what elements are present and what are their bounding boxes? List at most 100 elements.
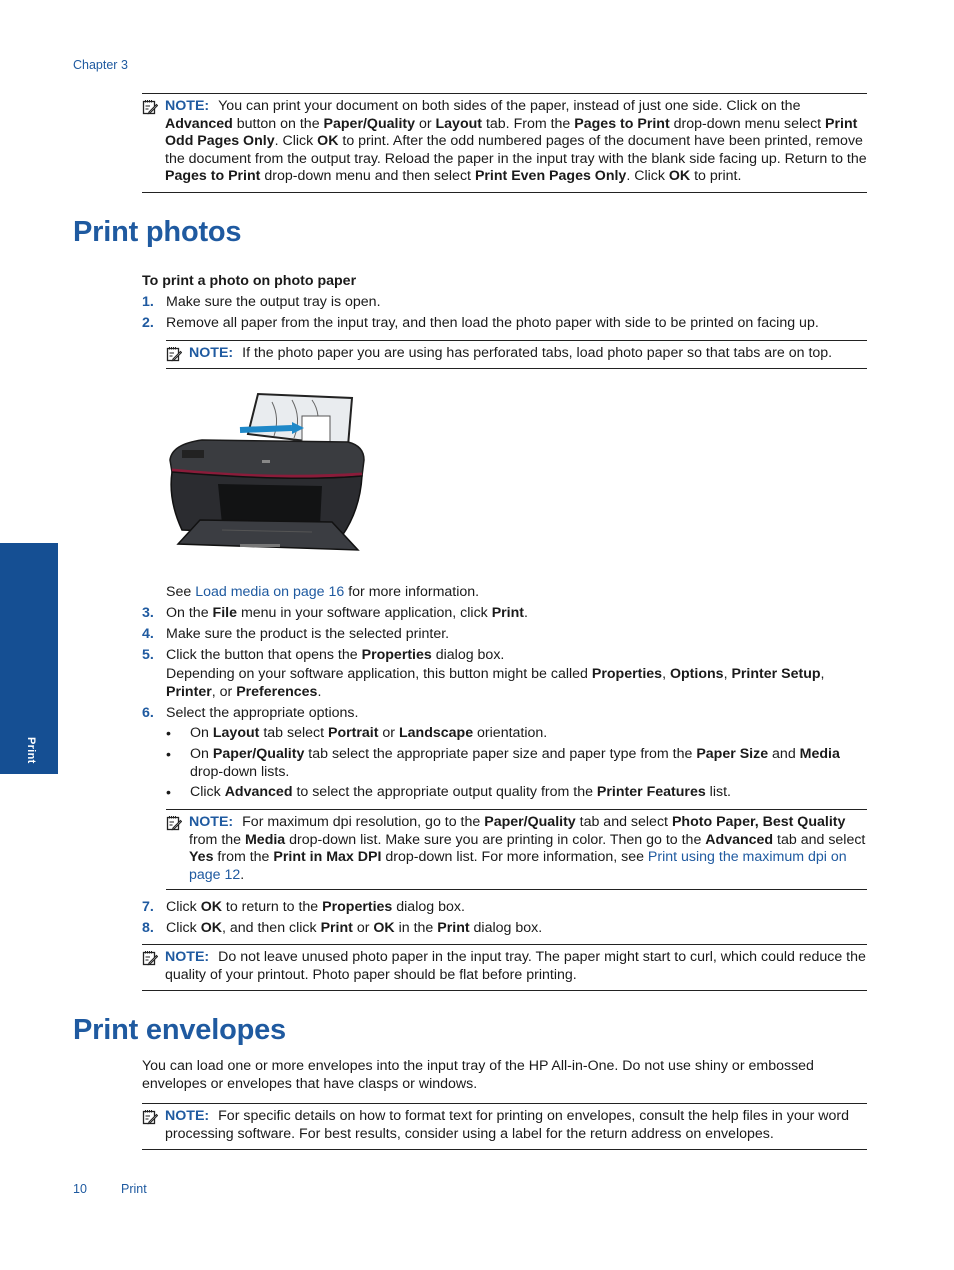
step-number: 2.	[142, 315, 154, 331]
step-text: dialog box.	[392, 899, 465, 915]
step-text: dialog box.	[469, 920, 543, 936]
step-bold: Printer Setup	[731, 665, 821, 682]
step-bold: OK	[373, 920, 395, 936]
note-icon	[142, 950, 158, 966]
note-bold: Photo Paper, Best Quality	[671, 814, 846, 830]
bullet-text: drop-down lists.	[190, 763, 290, 780]
bullet-text: and	[768, 746, 800, 762]
printer-illustration	[169, 392, 365, 551]
note-text: from the	[189, 831, 245, 848]
step-bold: Printer	[166, 683, 212, 700]
step-bold: Properties	[322, 899, 393, 915]
step-number: 8.	[142, 920, 154, 936]
step-bold: Print	[320, 920, 353, 936]
bullet-advanced: Click Advanced to select the appropriate…	[190, 784, 870, 802]
note-text: drop-down menu and then select	[260, 168, 475, 184]
note-bold: OK	[317, 133, 339, 149]
step-text: in the	[394, 920, 438, 936]
step-3: On the File menu in your software applic…	[166, 604, 871, 623]
bullet-bold: Layout	[212, 725, 260, 741]
step-bold: Preferences	[236, 683, 318, 700]
bullet-text: to select the appropriate output quality…	[292, 784, 597, 800]
step-bold: OK	[200, 920, 222, 936]
step-text: Click	[166, 899, 201, 915]
step-text: Click	[166, 920, 201, 936]
bullet-bold: Media	[799, 746, 840, 762]
procedure-title: To print a photo on photo paper	[142, 273, 357, 289]
step-5-line: Click the button that opens the Properti…	[166, 646, 871, 665]
note-label: NOTE:	[189, 345, 234, 361]
note-bold: Pages to Print	[574, 115, 670, 132]
note-icon	[142, 1109, 158, 1125]
step-text: , and then click	[221, 920, 321, 936]
see-text: for more information.	[344, 584, 480, 600]
bullet-glyph: •	[166, 747, 171, 763]
step-number: 5.	[142, 647, 154, 663]
step-bold: Properties	[591, 665, 663, 682]
load-media-link[interactable]: Load media on page 16	[195, 584, 344, 600]
step-5: Click the button that opens the Properti…	[166, 646, 871, 701]
bullet-bold: Paper/Quality	[212, 746, 305, 762]
bullet-text: Click	[190, 784, 225, 800]
step-text: On the	[166, 605, 213, 621]
note-icon	[166, 346, 182, 362]
bullet-bold: Advanced	[224, 784, 293, 800]
bullet-bold: Paper Size	[696, 746, 769, 762]
note-bold: Print Even Pages Only	[474, 168, 627, 184]
step-text: dialog box.	[431, 647, 505, 663]
note-text: tab and select	[773, 831, 866, 848]
step-text: , or	[211, 683, 237, 700]
bullet-paper-quality: On Paper/Quality tab select the appropri…	[190, 746, 870, 781]
step-number: 6.	[142, 705, 154, 721]
note-duplex: NOTE: You can print your document on both…	[142, 93, 867, 193]
step-text: Depending on your software application, …	[166, 665, 592, 682]
step-bold: File	[212, 605, 237, 621]
note-max-dpi: NOTE: For maximum dpi resolution, go to t…	[166, 809, 867, 890]
step-text: or	[352, 920, 374, 936]
note-text: button on the	[232, 115, 324, 132]
note-text: drop-down list. Make sure you are printi…	[285, 831, 706, 848]
step-text: ,	[820, 665, 825, 682]
bullet-text: or	[378, 725, 399, 741]
bullet-glyph: •	[166, 785, 171, 801]
step-number: 4.	[142, 626, 154, 642]
see-text: See	[166, 584, 196, 600]
page-number: 10	[73, 1182, 87, 1196]
step-text: menu in your software application, click	[237, 605, 492, 621]
step-text: to return to the	[221, 899, 323, 915]
note-text: For specific details on how to format te…	[165, 1108, 850, 1142]
note-text: to print.	[690, 168, 742, 184]
note-text: drop-down list. For more information, se…	[381, 849, 648, 865]
note-bold: OK	[668, 168, 691, 184]
step-text: ,	[662, 665, 670, 682]
note-icon	[142, 99, 158, 115]
bullet-bold: Printer Features	[596, 784, 706, 800]
note-perforated-tabs: NOTE: If the photo paper you are using ha…	[166, 340, 867, 369]
note-text: tab and select	[575, 814, 672, 830]
step-6: Select the appropriate options.	[166, 705, 359, 721]
step-text: Click the button that opens the	[166, 647, 362, 663]
step-bold: OK	[200, 899, 222, 915]
step-bold: Print	[491, 605, 525, 621]
bullet-bold: Portrait	[328, 725, 379, 741]
note-text: Do not leave unused photo paper in the i…	[165, 949, 866, 983]
bullet-text: tab select	[259, 725, 329, 741]
note-text: . Click	[274, 133, 318, 149]
step-5-detail: Depending on your software application, …	[166, 665, 871, 701]
step-bold: Print	[437, 920, 470, 936]
note-label: NOTE:	[189, 814, 234, 830]
step-7: Click OK to return to the Properties dia…	[166, 898, 871, 917]
bullet-text: On	[190, 746, 213, 762]
footer-section: Print	[121, 1182, 147, 1196]
side-tab-label: Print	[25, 737, 37, 764]
note-bold: Pages to Print	[165, 168, 261, 184]
note-text: . Click	[626, 168, 669, 184]
note-text: .	[240, 866, 245, 883]
note-envelopes: NOTE: For specific details on how to form…	[142, 1103, 867, 1150]
note-bold: Advanced	[165, 115, 233, 132]
note-text: tab. From the	[482, 115, 575, 132]
note-bold: Print in Max DPI	[273, 849, 382, 865]
see-reference: See Load media on page 16 for more infor…	[166, 584, 479, 602]
step-number: 7.	[142, 899, 154, 915]
note-unused-paper: NOTE: Do not leave unused photo paper in …	[142, 944, 867, 991]
